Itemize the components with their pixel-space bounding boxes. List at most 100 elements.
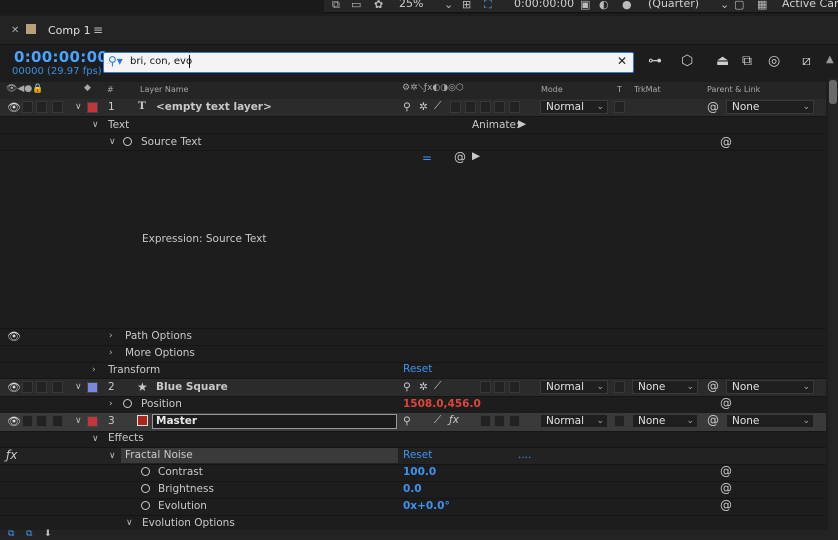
fx-switch-icon[interactable]: ƒx (449, 414, 459, 426)
solo-switch[interactable] (36, 381, 47, 393)
audio-switch[interactable] (22, 101, 33, 113)
expand-arrow-icon[interactable]: › (92, 365, 96, 375)
effect-options-link[interactable]: .... (518, 449, 531, 461)
layer-name[interactable]: <empty text layer> (156, 101, 272, 113)
visibility-eye-icon[interactable]: 👁 (7, 415, 21, 428)
lock-switch[interactable] (52, 381, 63, 393)
blend-switch[interactable] (465, 101, 476, 113)
resolution-chevron-icon[interactable]: ⌄ (720, 0, 729, 11)
in-out-icon[interactable]: ⧉ (26, 529, 32, 539)
pickwhip-icon[interactable]: @ (720, 135, 732, 149)
pickwhip-icon[interactable]: @ (720, 498, 732, 512)
scrollbar-thumb[interactable] (829, 80, 837, 104)
audio-switch[interactable] (22, 415, 33, 427)
layer-switches-icon[interactable]: ⚙✲⟍ƒx◐◑◎⬡ (402, 83, 464, 93)
effects-label[interactable]: Effects (108, 432, 144, 444)
stopwatch-icon[interactable] (123, 137, 132, 146)
layer-label-color[interactable] (87, 382, 98, 393)
quality-switch-icon[interactable]: ⟋ (434, 414, 441, 427)
scrollbar[interactable] (828, 78, 838, 540)
motion-blur-switch[interactable] (480, 101, 491, 113)
expand-chevron-icon[interactable]: ∨ (92, 120, 99, 130)
more-options-label[interactable]: More Options (125, 347, 195, 359)
viewer-timecode[interactable]: 0:00:00:00 (514, 0, 574, 10)
expand-chevron-icon[interactable]: ∨ (92, 434, 99, 444)
collapse-switch-icon[interactable]: ✲ (419, 381, 428, 393)
expand-arrow-icon[interactable]: › (109, 331, 113, 341)
pickwhip-icon[interactable]: @ (720, 481, 732, 495)
preserve-transparency-switch[interactable] (614, 381, 625, 393)
layer-label-color[interactable] (87, 416, 98, 427)
resolution-select[interactable]: (Quarter) (648, 0, 699, 10)
position-y[interactable]: 456.0 (448, 398, 481, 410)
layer-label-color[interactable] (87, 102, 98, 113)
3d-switch[interactable] (509, 101, 520, 113)
clear-search-icon[interactable]: ✕ (617, 54, 627, 68)
trkmat-select[interactable]: None ⌄ (632, 414, 698, 428)
position-value[interactable]: 1508.0,456.0 (403, 398, 481, 410)
camera-icon[interactable]: ▣ (580, 0, 590, 11)
shy-switch-icon[interactable]: ⚲ (403, 101, 411, 113)
audio-switch[interactable] (22, 381, 33, 393)
layer-name[interactable]: Blue Square (156, 381, 228, 393)
evolution-value[interactable]: 0x+0.0° (403, 500, 450, 512)
position-x[interactable]: 1508.0 (403, 398, 444, 410)
grid-icon[interactable]: ⊞ (462, 0, 471, 11)
adjustment-switch[interactable] (494, 101, 505, 113)
fractal-noise-label[interactable]: Fractal Noise (125, 449, 193, 461)
pickwhip-icon[interactable]: @ (720, 396, 732, 410)
zoom-chevron-icon[interactable]: ⌄ (444, 0, 453, 11)
camera-select[interactable]: Active Came (782, 0, 838, 10)
label-tag-icon[interactable]: ◆ (84, 83, 91, 93)
expand-chevron-icon[interactable]: ∨ (126, 518, 133, 528)
search-value[interactable]: bri, con, evo (130, 56, 192, 67)
quality-switch-icon[interactable]: ⟋ (434, 100, 441, 113)
current-time[interactable]: 0:00:00:00 (14, 48, 108, 66)
exposure-icon[interactable]: ◐ (599, 0, 609, 11)
col-parent[interactable]: Parent & Link (707, 85, 760, 94)
pickwhip-icon[interactable]: @ (707, 379, 719, 393)
transform-reset-link[interactable]: Reset (403, 363, 432, 375)
shy-switch-icon[interactable]: ⚲ (403, 415, 411, 427)
motion-blur-icon[interactable]: ◎ (768, 53, 780, 69)
channel-icon[interactable]: ✿ (374, 0, 383, 11)
stopwatch-icon[interactable] (141, 501, 150, 510)
quality-switch-icon[interactable]: ⟋ (434, 380, 441, 393)
mode-select[interactable]: Normal ⌄ (540, 414, 608, 428)
fx-icon[interactable]: ƒx (6, 448, 17, 462)
evolution-options-label[interactable]: Evolution Options (142, 517, 235, 529)
pickwhip-icon[interactable]: @ (707, 100, 719, 114)
parent-select[interactable]: None ⌄ (726, 100, 814, 114)
close-icon[interactable]: ✕ (11, 25, 19, 36)
stopwatch-icon[interactable] (141, 467, 150, 476)
expand-arrow-icon[interactable]: › (109, 348, 113, 358)
panel-menu-icon[interactable]: ≡ (93, 23, 103, 37)
source-text-label[interactable]: Source Text (141, 136, 202, 148)
collapse-switch-icon[interactable]: ✲ (419, 101, 428, 113)
stopwatch-icon[interactable] (141, 484, 150, 493)
solo-switch[interactable] (36, 101, 47, 113)
search-icon[interactable]: ⚲▾ (108, 54, 123, 68)
zoom-level[interactable]: 25% (399, 0, 423, 10)
3d-switch[interactable] (509, 381, 520, 393)
transform-label[interactable]: Transform (108, 364, 160, 376)
brightness-value[interactable]: 0.0 (403, 483, 422, 495)
scroll-up-icon[interactable]: ▲ (826, 54, 834, 65)
col-layer-name[interactable]: Layer Name (140, 85, 188, 94)
expression-enable-icon[interactable]: = (422, 151, 432, 165)
render-time-icon[interactable]: ⧉ (8, 529, 14, 539)
position-label[interactable]: Position (141, 398, 182, 410)
pickwhip-icon[interactable]: @ (720, 464, 732, 478)
pickwhip-icon[interactable]: @ (707, 413, 719, 427)
roi-icon[interactable]: ▢ (734, 0, 744, 11)
snapshot-icon[interactable]: ⧉ (332, 0, 340, 12)
contrast-value[interactable]: 100.0 (403, 466, 436, 478)
preserve-transparency-switch[interactable] (614, 415, 625, 427)
expression-text[interactable]: Expression: Source Text (142, 233, 267, 245)
fx-switch[interactable] (450, 101, 461, 113)
visibility-eye-icon[interactable]: 👁 (7, 101, 21, 114)
expand-arrow-icon[interactable]: › (109, 399, 113, 409)
expand-chevron-icon[interactable]: ∨ (75, 102, 82, 112)
layer-name[interactable]: Master (156, 415, 197, 427)
expand-chevron-icon[interactable]: ∨ (109, 137, 116, 147)
